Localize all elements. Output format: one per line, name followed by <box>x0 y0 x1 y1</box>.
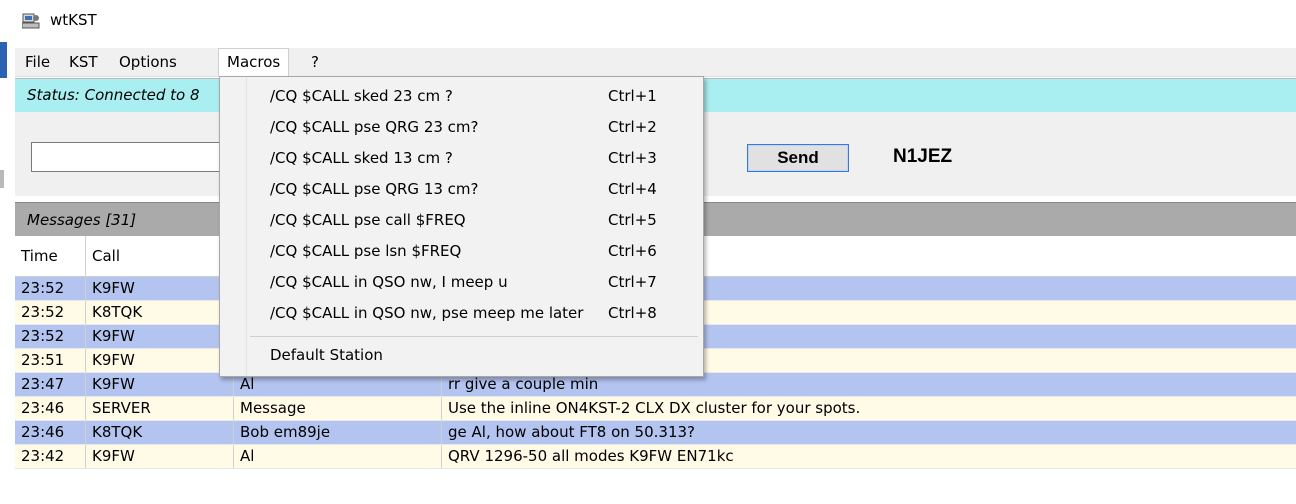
cell-time: 23:47 <box>21 375 65 393</box>
cell-name: Bob em89je <box>233 421 441 444</box>
macro-label: /CQ $CALL sked 23 cm ? <box>270 87 453 105</box>
cell-call: SERVER <box>85 397 233 420</box>
macro-shortcut: Ctrl+2 <box>608 118 657 136</box>
cell-time: 23:52 <box>21 327 65 345</box>
macro-label: /CQ $CALL pse QRG 23 cm? <box>270 118 479 136</box>
app-title: wtKST <box>50 11 97 29</box>
macro-item-3[interactable]: /CQ $CALL sked 13 cm ? Ctrl+3 <box>220 143 703 174</box>
cell-message: Use the inline ON4KST-2 CLX DX cluster f… <box>441 397 1296 420</box>
menu-separator <box>250 336 698 337</box>
default-station-label: Default Station <box>270 346 383 364</box>
macro-label: /CQ $CALL pse lsn $FREQ <box>270 242 462 260</box>
menu-options[interactable]: Options <box>111 48 185 76</box>
macro-item-5[interactable]: /CQ $CALL pse call $FREQ Ctrl+5 <box>220 205 703 236</box>
menu-macros[interactable]: Macros <box>218 48 290 76</box>
macro-shortcut: Ctrl+6 <box>608 242 657 260</box>
title-bar: wtKST <box>0 0 1296 42</box>
macros-dropdown: /CQ $CALL sked 23 cm ? Ctrl+1 /CQ $CALL … <box>219 76 704 377</box>
cell-call: K9FW <box>85 277 233 300</box>
cell-message: QRV 1296-50 all modes K9FW EN71kc <box>441 445 1296 468</box>
macro-item-7[interactable]: /CQ $CALL in QSO nw, I meep u Ctrl+7 <box>220 267 703 298</box>
macro-label: /CQ $CALL pse call $FREQ <box>270 211 466 229</box>
send-button[interactable]: Send <box>747 144 849 172</box>
macro-item-6[interactable]: /CQ $CALL pse lsn $FREQ Ctrl+6 <box>220 236 703 267</box>
my-callsign: N1JEZ <box>893 146 953 167</box>
macro-item-1[interactable]: /CQ $CALL sked 23 cm ? Ctrl+1 <box>220 81 703 112</box>
cell-call: K8TQK <box>85 421 233 444</box>
messages-title: Messages [31] <box>27 211 137 229</box>
cell-call: K9FW <box>85 373 233 396</box>
menu-kst[interactable]: KST <box>61 48 106 76</box>
table-row[interactable]: 23:42 K9FW Al QRV 1296-50 all modes K9FW… <box>15 445 1296 469</box>
menu-file[interactable]: File <box>17 48 58 76</box>
cell-time: 23:46 <box>21 399 65 417</box>
cell-message: ge Al, how about FT8 on 50.313? <box>441 421 1296 444</box>
macro-label: /CQ $CALL in QSO nw, pse meep me later <box>270 304 584 322</box>
macro-item-2[interactable]: /CQ $CALL pse QRG 23 cm? Ctrl+2 <box>220 112 703 143</box>
column-call[interactable]: Call <box>85 236 233 276</box>
macro-label: /CQ $CALL pse QRG 13 cm? <box>270 180 479 198</box>
cell-time: 23:52 <box>21 279 65 297</box>
default-station-item[interactable]: Default Station <box>220 340 703 371</box>
cell-time: 23:51 <box>21 351 65 369</box>
table-row[interactable]: 23:46 K8TQK Bob em89je ge Al, how about … <box>15 421 1296 445</box>
table-row[interactable]: 23:46 SERVER Message Use the inline ON4K… <box>15 397 1296 421</box>
macro-item-8[interactable]: /CQ $CALL in QSO nw, pse meep me later C… <box>220 298 703 329</box>
macro-label: /CQ $CALL in QSO nw, I meep u <box>270 273 508 291</box>
macro-shortcut: Ctrl+8 <box>608 304 657 322</box>
cell-name: Message <box>233 397 441 420</box>
cell-name: Al <box>233 445 441 468</box>
menu-bar: File KST Options Macros ? <box>15 48 1296 77</box>
macro-label: /CQ $CALL sked 13 cm ? <box>270 149 453 167</box>
cell-call: K9FW <box>85 445 233 468</box>
window-edge <box>0 42 7 78</box>
cell-call: K8TQK <box>85 301 233 324</box>
cell-time: 23:52 <box>21 303 65 321</box>
app-icon <box>22 13 40 29</box>
cell-call: K9FW <box>85 325 233 348</box>
macro-shortcut: Ctrl+5 <box>608 211 657 229</box>
macro-item-4[interactable]: /CQ $CALL pse QRG 13 cm? Ctrl+4 <box>220 174 703 205</box>
window-edge-lower <box>0 170 4 188</box>
macro-shortcut: Ctrl+1 <box>608 87 657 105</box>
cell-call: K9FW <box>85 349 233 372</box>
macro-shortcut: Ctrl+4 <box>608 180 657 198</box>
column-time[interactable]: Time <box>15 236 85 276</box>
cell-time: 23:46 <box>21 423 65 441</box>
macro-shortcut: Ctrl+7 <box>608 273 657 291</box>
cell-time: 23:42 <box>21 447 65 465</box>
status-text: Status: Connected to 8 <box>27 86 200 104</box>
menu-help[interactable]: ? <box>303 48 327 76</box>
macro-shortcut: Ctrl+3 <box>608 149 657 167</box>
